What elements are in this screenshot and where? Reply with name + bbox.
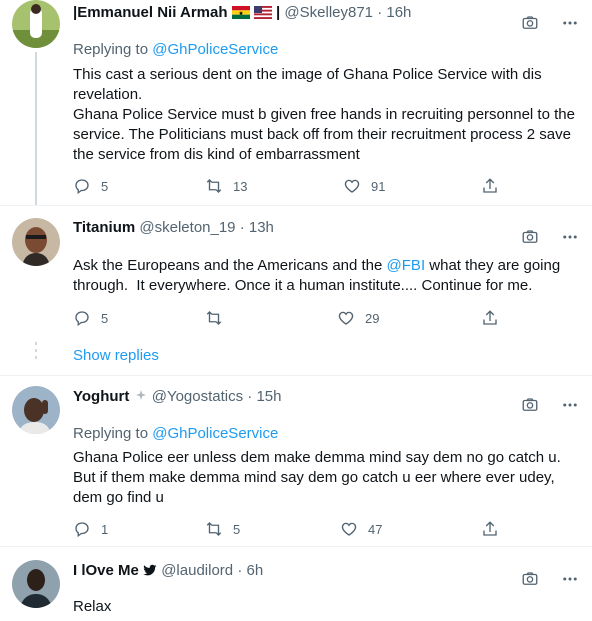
- reply-count: 5: [101, 310, 109, 326]
- handle[interactable]: @skeleton_19: [139, 219, 235, 236]
- separator-dot: ·: [247, 388, 253, 405]
- heart-icon: [338, 311, 354, 325]
- like-count: 91: [371, 178, 386, 194]
- display-name[interactable]: I lOve Me: [73, 562, 139, 579]
- camera-icon[interactable]: [520, 569, 540, 589]
- avatar[interactable]: [12, 560, 60, 608]
- tweet-text: Ask the Europeans and the Americans and …: [73, 256, 578, 296]
- display-name[interactable]: Titanium: [73, 219, 135, 236]
- retweet-icon: [206, 179, 222, 193]
- bird-icon: [143, 563, 157, 583]
- camera-icon[interactable]: [520, 227, 540, 247]
- reply-button[interactable]: 1: [73, 519, 108, 539]
- retweet-button[interactable]: 5: [205, 519, 240, 539]
- like-count: 47: [368, 521, 383, 537]
- display-name[interactable]: |Emmanuel Nii Armah: [73, 4, 228, 21]
- like-button[interactable]: 29: [337, 308, 379, 328]
- more-icon[interactable]: [560, 13, 580, 33]
- retweet-icon: [206, 522, 222, 536]
- avatar[interactable]: [12, 218, 60, 266]
- reply-icon: [75, 311, 89, 327]
- separator-dot: ·: [377, 4, 383, 21]
- share-button[interactable]: [481, 176, 499, 196]
- share-icon: [483, 310, 497, 325]
- sparkle-icon: [134, 389, 148, 409]
- retweet-count: 13: [233, 178, 248, 194]
- fbi-mention-link[interactable]: @FBI: [387, 257, 426, 274]
- display-name[interactable]: Yoghurt: [73, 388, 129, 405]
- tweet-tools: [520, 569, 580, 589]
- reply-icon: [75, 179, 89, 195]
- replying-label: Replying to: [73, 41, 149, 58]
- separator-dot: ·: [239, 219, 245, 236]
- tweet-text: This cast a serious dent on the image of…: [73, 66, 575, 163]
- reply-count: 5: [101, 178, 109, 194]
- retweet-icon: [206, 311, 222, 325]
- tweet-header: Titanium @skeleton_19 · 13h: [73, 218, 274, 238]
- reply-button[interactable]: 5: [73, 308, 108, 328]
- reply-icon: [75, 522, 89, 538]
- share-icon: [483, 178, 497, 193]
- retweet-button[interactable]: 13: [205, 176, 247, 196]
- display-name-suffix: |: [276, 4, 281, 21]
- show-replies-link[interactable]: Show replies: [73, 347, 159, 364]
- replying-to: Replying to @GhPoliceService: [73, 40, 278, 60]
- tweet-actions: 5 29: [73, 308, 513, 328]
- replying-to: Replying to @GhPoliceService: [73, 424, 278, 444]
- retweet-button[interactable]: [205, 308, 223, 328]
- timestamp[interactable]: 6h: [246, 562, 263, 579]
- share-button[interactable]: [481, 519, 499, 539]
- tweet-titanium[interactable]: Titanium @skeleton_19 · 13h Ask the Euro…: [0, 206, 592, 336]
- reply-mention-link[interactable]: @GhPoliceService: [152, 41, 278, 58]
- retweet-count: 5: [233, 521, 241, 537]
- more-icon[interactable]: [560, 395, 580, 415]
- timestamp[interactable]: 16h: [386, 4, 411, 21]
- tweet-actions: 5 13 91: [73, 176, 513, 196]
- tweet-text: Relax: [73, 598, 112, 615]
- tweet-text-part: Ask the Europeans and the Americans and …: [73, 257, 387, 274]
- replying-label: Replying to: [73, 425, 149, 442]
- tweet-tools: [520, 13, 580, 33]
- reply-mention-link[interactable]: @GhPoliceService: [152, 425, 278, 442]
- handle[interactable]: @Yogostatics: [152, 388, 243, 405]
- avatar[interactable]: [12, 386, 60, 434]
- tweet-header: I lOve Me @laudilord · 6h: [73, 561, 263, 583]
- camera-icon[interactable]: [520, 13, 540, 33]
- ghana-flag-icon: [231, 5, 250, 25]
- avatar[interactable]: [12, 0, 60, 48]
- like-count: 29: [365, 310, 380, 326]
- more-icon[interactable]: [560, 227, 580, 247]
- tweet-yoghurt[interactable]: Yoghurt @Yogostatics · 15h Replying to @…: [0, 376, 592, 546]
- camera-icon[interactable]: [520, 395, 540, 415]
- more-icon[interactable]: [560, 569, 580, 589]
- tweet-ilove-me[interactable]: I lOve Me @laudilord · 6h Relax: [0, 547, 592, 621]
- tweet-header: |Emmanuel Nii Armah | @Skelley871 · 16h: [73, 3, 411, 25]
- handle[interactable]: @laudilord: [161, 562, 233, 579]
- share-button[interactable]: [481, 308, 499, 328]
- like-button[interactable]: 47: [340, 519, 382, 539]
- tweet-text: Ghana Police eer unless dem make demma m…: [73, 449, 561, 506]
- thread-dots: [35, 342, 37, 363]
- tweet-actions: 1 5 47: [73, 519, 513, 539]
- share-icon: [483, 521, 497, 536]
- heart-icon: [344, 179, 360, 193]
- us-flag-icon: [253, 5, 272, 25]
- tweet-header: Yoghurt @Yogostatics · 15h: [73, 387, 282, 409]
- separator-dot: ·: [237, 562, 243, 579]
- timestamp[interactable]: 13h: [249, 219, 274, 236]
- heart-icon: [341, 522, 357, 536]
- reply-count: 1: [101, 521, 109, 537]
- thread-line: [35, 52, 37, 205]
- tweet-tools: [520, 395, 580, 415]
- like-button[interactable]: 91: [343, 176, 385, 196]
- timestamp[interactable]: 15h: [256, 388, 281, 405]
- tweet-emmanuel[interactable]: |Emmanuel Nii Armah | @Skelley871 · 16h …: [0, 0, 592, 205]
- reply-button[interactable]: 5: [73, 176, 108, 196]
- handle[interactable]: @Skelley871: [284, 4, 373, 21]
- tweet-tools: [520, 227, 580, 247]
